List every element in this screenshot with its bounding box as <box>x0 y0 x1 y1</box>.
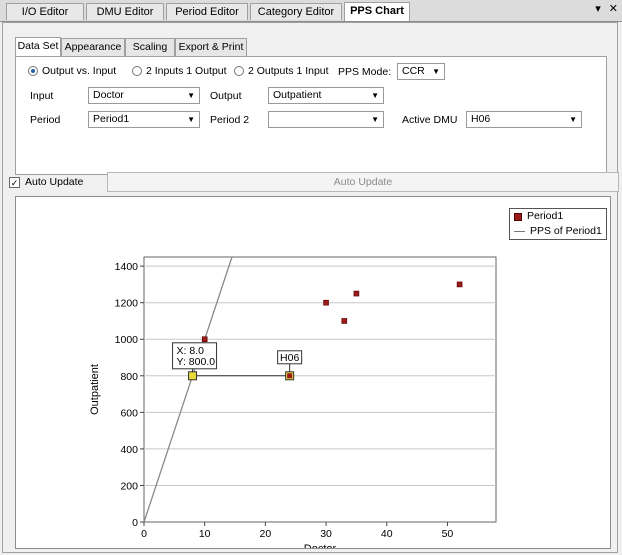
tab-data-set[interactable]: Data Set <box>15 37 61 56</box>
radio-label: 2 Inputs 1 Output <box>146 65 227 77</box>
chevron-down-icon: ▼ <box>569 115 577 124</box>
legend-line-icon <box>514 231 525 232</box>
output-select[interactable]: Outpatient ▼ <box>268 87 384 104</box>
auto-update-checkbox[interactable]: ✓ Auto Update <box>9 176 83 188</box>
x-tick-label: 20 <box>260 528 272 540</box>
period-value: Period1 <box>93 113 130 125</box>
y-tick-label: 0 <box>132 517 138 529</box>
tab-dmu-editor[interactable]: DMU Editor <box>86 3 164 20</box>
period2-select[interactable]: ▼ <box>268 111 384 128</box>
document-tab-strip: I/O Editor DMU Editor Period Editor Cate… <box>0 0 622 22</box>
x-axis-label: Doctor <box>304 543 337 548</box>
tab-period-editor[interactable]: Period Editor <box>166 3 248 20</box>
x-tick-label: 0 <box>141 528 147 540</box>
y-tick-label: 600 <box>120 407 138 419</box>
chevron-down-icon[interactable]: ▾ <box>595 3 601 15</box>
tab-export-print[interactable]: Export & Print <box>175 38 247 56</box>
pps-mode-value: CCR <box>402 65 425 77</box>
y-tick-label: 1000 <box>115 334 139 346</box>
y-tick-label: 800 <box>120 371 138 383</box>
active-dmu-select[interactable]: H06 ▼ <box>466 111 582 128</box>
legend-label: PPS of Period1 <box>530 225 602 237</box>
y-tick-label: 1400 <box>115 261 139 273</box>
highlight-marker <box>188 371 198 381</box>
chevron-down-icon: ▼ <box>371 91 379 100</box>
radio-unselected-icon <box>234 66 244 76</box>
chevron-down-icon: ▼ <box>371 115 379 124</box>
period-label: Period <box>30 114 61 126</box>
pps-chart-panel: Data Set Appearance Scaling Export & Pri… <box>2 22 619 553</box>
period2-label: Period 2 <box>210 114 250 126</box>
input-label: Input <box>30 90 54 102</box>
pps-mode-select[interactable]: CCR ▼ <box>397 63 445 80</box>
output-label: Output <box>210 90 242 102</box>
data-point <box>323 299 329 306</box>
chevron-down-icon: ▼ <box>187 115 195 124</box>
radio-2-inputs-1-output[interactable]: 2 Inputs 1 Output <box>132 65 227 77</box>
input-select[interactable]: Doctor ▼ <box>88 87 200 104</box>
pps-chart: 0 200 400 600 800 1000 1200 1400 0 10 20 30 40 50 Doct… <box>15 196 611 549</box>
x-tick-label: 30 <box>320 528 332 540</box>
dmu-callout-label: H06 <box>280 352 299 364</box>
auto-update-check-label: Auto Update <box>25 176 84 188</box>
x-tick-label: 40 <box>381 528 393 540</box>
tab-pps-chart[interactable]: PPS Chart <box>344 2 410 21</box>
legend-label: Period1 <box>527 210 564 222</box>
radio-output-vs-input[interactable]: Output vs. Input <box>28 65 116 77</box>
data-point <box>353 290 360 297</box>
radio-unselected-icon <box>132 66 142 76</box>
legend-marker-icon <box>514 212 522 221</box>
active-dmu-value: H06 <box>471 113 491 125</box>
y-tick-label: 200 <box>120 480 138 492</box>
tab-io-editor[interactable]: I/O Editor <box>6 3 84 20</box>
output-value: Outpatient <box>273 89 322 101</box>
radio-2-outputs-1-input[interactable]: 2 Outputs 1 Input <box>234 65 329 77</box>
y-tick-label: 400 <box>120 444 138 456</box>
data-point <box>201 336 208 343</box>
data-point <box>341 318 348 324</box>
radio-label: Output vs. Input <box>42 65 117 77</box>
x-tick-label: 10 <box>199 528 211 540</box>
chevron-down-icon: ▼ <box>432 67 440 76</box>
data-point <box>456 281 463 288</box>
chart-legend: Period1 PPS of Period1 <box>509 208 607 240</box>
pps-mode-label: PPS Mode: <box>338 66 392 78</box>
input-value: Doctor <box>93 89 124 101</box>
tab-controls: ▾ ✕ <box>590 2 618 15</box>
y-axis-label: Outpatient <box>89 364 101 415</box>
radio-selected-icon <box>28 66 38 76</box>
auto-update-button[interactable]: Auto Update <box>107 172 619 192</box>
legend-item-pps: PPS of Period1 <box>510 224 606 239</box>
data-point <box>287 373 293 379</box>
x-tick-label: 50 <box>442 528 454 540</box>
chevron-down-icon: ▼ <box>187 91 195 100</box>
close-icon[interactable]: ✕ <box>609 3 618 15</box>
plot-frame <box>143 256 497 523</box>
active-dmu-label: Active DMU <box>402 114 458 126</box>
coordinate-callout-y: Y: 800.0 <box>177 356 216 368</box>
tab-scaling[interactable]: Scaling <box>125 38 175 56</box>
data-set-settings: Output vs. Input 2 Inputs 1 Output 2 Out… <box>15 56 607 175</box>
chart-plot: 0 200 400 600 800 1000 1200 1400 0 10 20 30 40 50 Doct… <box>89 256 497 548</box>
radio-label: 2 Outputs 1 Input <box>248 65 329 77</box>
y-tick-label: 1200 <box>115 298 139 310</box>
tab-category-editor[interactable]: Category Editor <box>250 3 342 20</box>
tab-appearance[interactable]: Appearance <box>61 38 125 56</box>
checkmark-icon: ✓ <box>9 176 20 188</box>
legend-item-period1: Period1 <box>510 209 606 224</box>
period-select[interactable]: Period1 ▼ <box>88 111 200 128</box>
